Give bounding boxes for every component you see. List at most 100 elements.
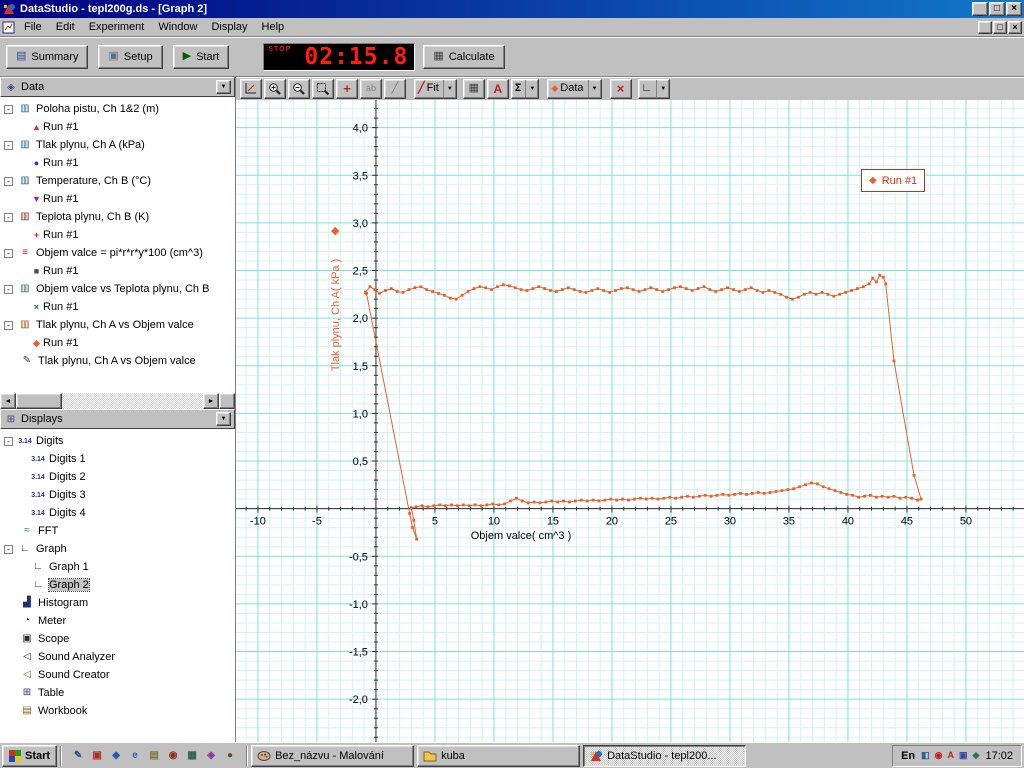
minimize-button[interactable]: _ [972,2,988,17]
data-point-marker[interactable] [667,288,670,291]
scroll-right-button[interactable]: ► [203,393,219,409]
data-point-marker[interactable] [368,285,372,289]
data-point-marker[interactable] [479,504,483,508]
scale-to-fit-button[interactable] [240,78,262,99]
data-point-marker[interactable] [844,291,847,294]
run-item[interactable]: ◆ Run #1 [0,334,235,352]
data-point-marker[interactable] [773,291,777,294]
data-point-marker[interactable] [690,289,694,292]
run-item[interactable]: ● Run #1 [0,154,235,172]
run-item[interactable]: ■ Run #1 [0,262,235,280]
tray-icon-1[interactable]: ◧ [921,751,930,760]
data-point-marker[interactable] [743,288,747,291]
data-point-marker[interactable] [431,290,434,293]
run-item[interactable]: ▲ Run #1 [0,118,235,136]
data-point-marker[interactable] [472,287,476,290]
calculate-button[interactable]: ▦ Calculate [423,44,505,69]
data-point-marker[interactable] [478,285,482,289]
data-point-marker[interactable] [414,505,418,509]
graph-legend[interactable]: ◆ Run #1 [861,169,926,192]
data-point-marker[interactable] [384,289,387,292]
data-point-marker[interactable] [802,292,806,296]
data-point-marker[interactable] [425,288,429,291]
data-point-marker[interactable] [833,489,837,492]
tree-expander[interactable]: - [4,140,13,150]
data-point-marker[interactable] [755,289,759,292]
menu-experiment[interactable]: Experiment [82,19,152,35]
menu-file[interactable]: File [17,19,49,35]
data-point-marker[interactable] [856,287,859,290]
setup-button[interactable]: ▣ Setup [98,44,163,69]
data-point-marker[interactable] [519,288,523,291]
graph-settings-dropdown-button[interactable]: ∟ ▼ [637,78,671,99]
data-point-marker[interactable] [732,288,735,291]
antivirus-icon[interactable]: A [948,751,955,760]
display-item[interactable]: ∟ Graph 2 [0,576,235,594]
data-point-marker[interactable] [609,497,613,501]
data-point-marker[interactable] [643,288,647,291]
summary-button[interactable]: ▤ Summary [6,44,89,69]
data-point-marker[interactable] [537,285,541,289]
tree-expander[interactable]: - [4,104,13,114]
data-point-marker[interactable] [503,502,506,506]
shortcut-icon-6[interactable]: ◉ [165,748,181,764]
data-point-marker[interactable] [608,291,611,294]
graph-plot[interactable]: -10 -5 5 10 15 20 25 30 35 40 45 50 4,0 3,5 3,0 2,5 2,0 1… [236,100,1024,742]
text-tool-button[interactable]: A [486,78,509,99]
data-point-marker[interactable] [532,500,536,504]
data-panel-dropdown-button[interactable]: ▼ [216,80,231,94]
fit-dropdown-button[interactable]: ╱ Fit ▼ [414,78,457,99]
data-point-marker[interactable] [721,493,725,496]
data-point-marker[interactable] [715,493,719,497]
data-point-marker[interactable] [851,493,855,497]
data-point-marker[interactable] [756,491,760,494]
data-panel-header[interactable]: ◈ Data ▼ [0,77,235,97]
data-point-marker[interactable] [912,473,916,477]
graph-settings-dropdown-arrow[interactable]: ▼ [656,79,666,98]
data-point-marker[interactable] [568,500,571,504]
data-point-marker[interactable] [515,496,518,500]
scrollbar-thumb[interactable] [16,393,62,409]
display-item[interactable]: ▤ Workbook [0,702,235,720]
display-item[interactable]: ◔ Meter [0,612,235,630]
data-point-marker[interactable] [792,487,796,491]
data-point-marker[interactable] [597,499,601,503]
data-point-marker[interactable] [697,494,701,498]
clock[interactable]: 17:02 [985,750,1013,762]
data-point-marker[interactable] [443,293,446,297]
scroll-left-button[interactable]: ◄ [0,393,16,409]
statistics-dropdown-arrow[interactable]: ▼ [525,79,535,98]
data-point-marker[interactable] [426,505,430,509]
data-point-marker[interactable] [633,497,636,501]
data-point-marker[interactable] [886,495,890,499]
shortcut-icon-7[interactable]: ▦ [184,748,200,764]
displays-panel-header[interactable]: ⊞ Displays ▼ [0,409,235,429]
data-point-marker[interactable] [531,287,535,290]
display-item[interactable]: ◁ Sound Analyzer [0,648,235,666]
data-point-marker[interactable] [726,286,729,290]
data-point-marker[interactable] [461,503,465,507]
displays-panel-dropdown-button[interactable]: ▼ [216,412,231,426]
data-point-marker[interactable] [507,284,511,288]
menu-help[interactable]: Help [255,19,292,35]
data-point-marker[interactable] [838,292,842,296]
data-point-marker[interactable] [768,491,772,494]
data-point-marker[interactable] [395,290,399,293]
data-point-marker[interactable] [432,504,436,508]
display-item[interactable]: -3.14 Digits [0,432,235,450]
task-button-folder[interactable]: kuba [417,744,581,767]
mdi-minimize-button[interactable]: _ [978,20,992,34]
slope-tool-button[interactable]: ╱ [384,78,406,99]
display-item[interactable]: 3.14 Digits 1 [0,450,235,468]
data-point-marker[interactable] [538,501,542,505]
data-point-marker[interactable] [644,497,648,501]
data-point-marker[interactable] [420,504,424,508]
data-point-marker[interactable] [419,285,423,289]
data-point-marker[interactable] [655,288,659,291]
data-point-marker[interactable] [898,496,902,500]
data-point-marker[interactable] [720,288,724,291]
data-point-marker[interactable] [684,287,688,290]
graph-display[interactable]: -10 -5 5 10 15 20 25 30 35 40 45 50 4,0 3,5 3,0 2,5 2,0 1… [236,100,1024,742]
display-item[interactable]: ◁ Sound Creator [0,666,235,684]
data-dropdown-button[interactable]: ◆ Data ▼ [547,78,602,99]
